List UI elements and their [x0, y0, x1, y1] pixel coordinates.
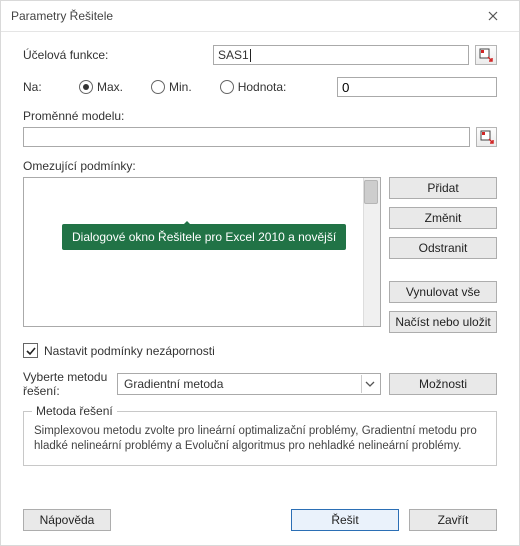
close-button[interactable]: Zavřít: [409, 509, 497, 531]
radio-icon: [79, 80, 93, 94]
variables-label: Proměnné modelu:: [23, 109, 497, 123]
titlebar: Parametry Řešitele: [1, 1, 519, 32]
target-value-input[interactable]: [337, 77, 497, 97]
scrollbar-thumb[interactable]: [364, 180, 378, 204]
target-label: Na:: [23, 80, 49, 94]
checkbox-icon: [23, 343, 38, 358]
objective-refedit-button[interactable]: [475, 45, 497, 65]
method-label: Vyberte metodu řešení:: [23, 370, 109, 399]
info-tooltip: Dialogové okno Řešitele pro Excel 2010 a…: [62, 224, 346, 250]
radio-icon: [151, 80, 165, 94]
method-groupbox-legend: Metoda řešení: [32, 404, 117, 418]
window-title: Parametry Řešitele: [11, 9, 113, 23]
objective-value: SAS1: [218, 48, 249, 62]
constraints-label: Omezující podmínky:: [23, 159, 497, 173]
reset-all-button[interactable]: Vynulovat vše: [389, 281, 497, 303]
chevron-down-icon: [361, 375, 378, 393]
refedit-icon: [480, 130, 494, 144]
radio-min[interactable]: Min.: [151, 80, 192, 94]
radio-max[interactable]: Max.: [79, 80, 123, 94]
add-button[interactable]: Přidat: [389, 177, 497, 199]
target-row: Na: Max. Min. Hodnota:: [23, 77, 497, 97]
dialog-content: Účelová funkce: SAS1 Na: Max.: [23, 45, 497, 533]
load-save-button[interactable]: Načíst nebo uložit: [389, 311, 497, 333]
constraints-buttons: Přidat Změnit Odstranit Vynulovat vše Na…: [389, 177, 497, 333]
radio-value[interactable]: Hodnota:: [220, 80, 287, 94]
change-button[interactable]: Změnit: [389, 207, 497, 229]
target-radio-group: Max. Min. Hodnota:: [79, 80, 286, 94]
constraints-listbox[interactable]: Dialogové okno Řešitele pro Excel 2010 a…: [23, 177, 381, 327]
method-description: Simplexovou metodu zvolte pro lineární o…: [34, 424, 486, 455]
objective-label: Účelová funkce:: [23, 48, 213, 62]
delete-button[interactable]: Odstranit: [389, 237, 497, 259]
solve-button[interactable]: Řešit: [291, 509, 399, 531]
method-select[interactable]: Gradientní metoda: [117, 373, 381, 395]
variables-input[interactable]: [23, 127, 470, 147]
dialog-footer: Nápověda Řešit Zavřít: [23, 509, 497, 531]
method-row: Vyberte metodu řešení: Gradientní metoda…: [23, 370, 497, 399]
objective-input[interactable]: SAS1: [213, 45, 469, 65]
nonneg-label: Nastavit podmínky nezápornosti: [44, 344, 215, 358]
refedit-icon: [479, 48, 493, 62]
text-caret: [250, 49, 251, 62]
help-button[interactable]: Nápověda: [23, 509, 111, 531]
variables-refedit-button[interactable]: [476, 127, 497, 147]
tooltip-text: Dialogové okno Řešitele pro Excel 2010 a…: [72, 230, 336, 244]
radio-min-label: Min.: [169, 80, 192, 94]
method-groupbox: Metoda řešení Simplexovou metodu zvolte …: [23, 411, 497, 466]
close-icon: [488, 11, 498, 21]
method-selected: Gradientní metoda: [124, 377, 223, 391]
constraints-area: Dialogové okno Řešitele pro Excel 2010 a…: [23, 177, 497, 333]
objective-row: Účelová funkce: SAS1: [23, 45, 497, 65]
solver-parameters-dialog: Parametry Řešitele Účelová funkce: SAS1: [0, 0, 520, 546]
scrollbar[interactable]: [363, 178, 380, 326]
nonneg-checkbox[interactable]: Nastavit podmínky nezápornosti: [23, 343, 497, 358]
options-button[interactable]: Možnosti: [389, 373, 497, 395]
radio-max-label: Max.: [97, 80, 123, 94]
checkmark-icon: [26, 346, 36, 356]
radio-icon: [220, 80, 234, 94]
radio-value-label: Hodnota:: [238, 80, 287, 94]
variables-row: [23, 127, 497, 147]
window-close-button[interactable]: [473, 2, 513, 30]
